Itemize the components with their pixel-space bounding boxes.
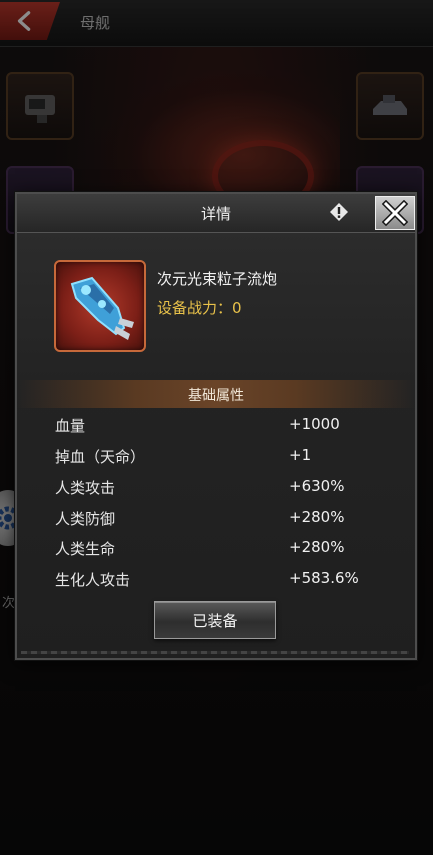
stat-row: 人类攻击 +630% xyxy=(55,477,385,501)
stat-row: 生化人攻击 +583.6% xyxy=(55,569,385,593)
dialog-header: 详情 xyxy=(17,194,415,233)
stat-value: +280% xyxy=(289,508,345,526)
stat-name: 人类生命 xyxy=(55,540,116,558)
dialog-title: 详情 xyxy=(200,205,231,223)
equipped-button[interactable]: 已装备 xyxy=(154,601,276,639)
stat-name: 血量 xyxy=(55,417,86,435)
stat-value: +1000 xyxy=(289,415,340,433)
section-header: 基础属性 xyxy=(17,380,415,408)
stat-row: 人类防御 +280% xyxy=(55,508,385,532)
close-button[interactable] xyxy=(375,196,415,230)
dialog-footer-trim xyxy=(21,651,409,654)
stat-name: 人类防御 xyxy=(55,510,116,528)
stat-value: +280% xyxy=(289,538,345,556)
item-icon-frame[interactable] xyxy=(54,260,146,352)
item-power: 设备战力：0 xyxy=(157,297,242,318)
cannon-icon xyxy=(70,276,134,340)
section-title: 基础属性 xyxy=(188,388,244,404)
stat-name: 生化人攻击 xyxy=(55,571,131,589)
close-x-icon xyxy=(382,200,408,226)
info-button[interactable] xyxy=(329,202,349,222)
stat-value: +583.6% xyxy=(289,569,359,587)
stat-name: 人类攻击 xyxy=(55,479,116,497)
stat-row: 血量 +1000 xyxy=(55,415,385,439)
stat-row: 掉血（天命） +1 xyxy=(55,446,385,470)
info-icon xyxy=(330,203,348,221)
detail-dialog: 详情 次元光束粒子流炮 设备战力：0 基础属性 血量 +1000 掉血（天命） … xyxy=(15,192,417,660)
stat-name: 掉血（天命） xyxy=(55,448,146,466)
stat-value: +630% xyxy=(289,477,345,495)
stat-value: +1 xyxy=(289,446,312,464)
power-value: 0 xyxy=(232,299,242,317)
item-name: 次元光束粒子流炮 xyxy=(157,270,278,288)
power-label: 设备战力： xyxy=(157,299,233,317)
stat-row: 人类生命 +280% xyxy=(55,538,385,562)
